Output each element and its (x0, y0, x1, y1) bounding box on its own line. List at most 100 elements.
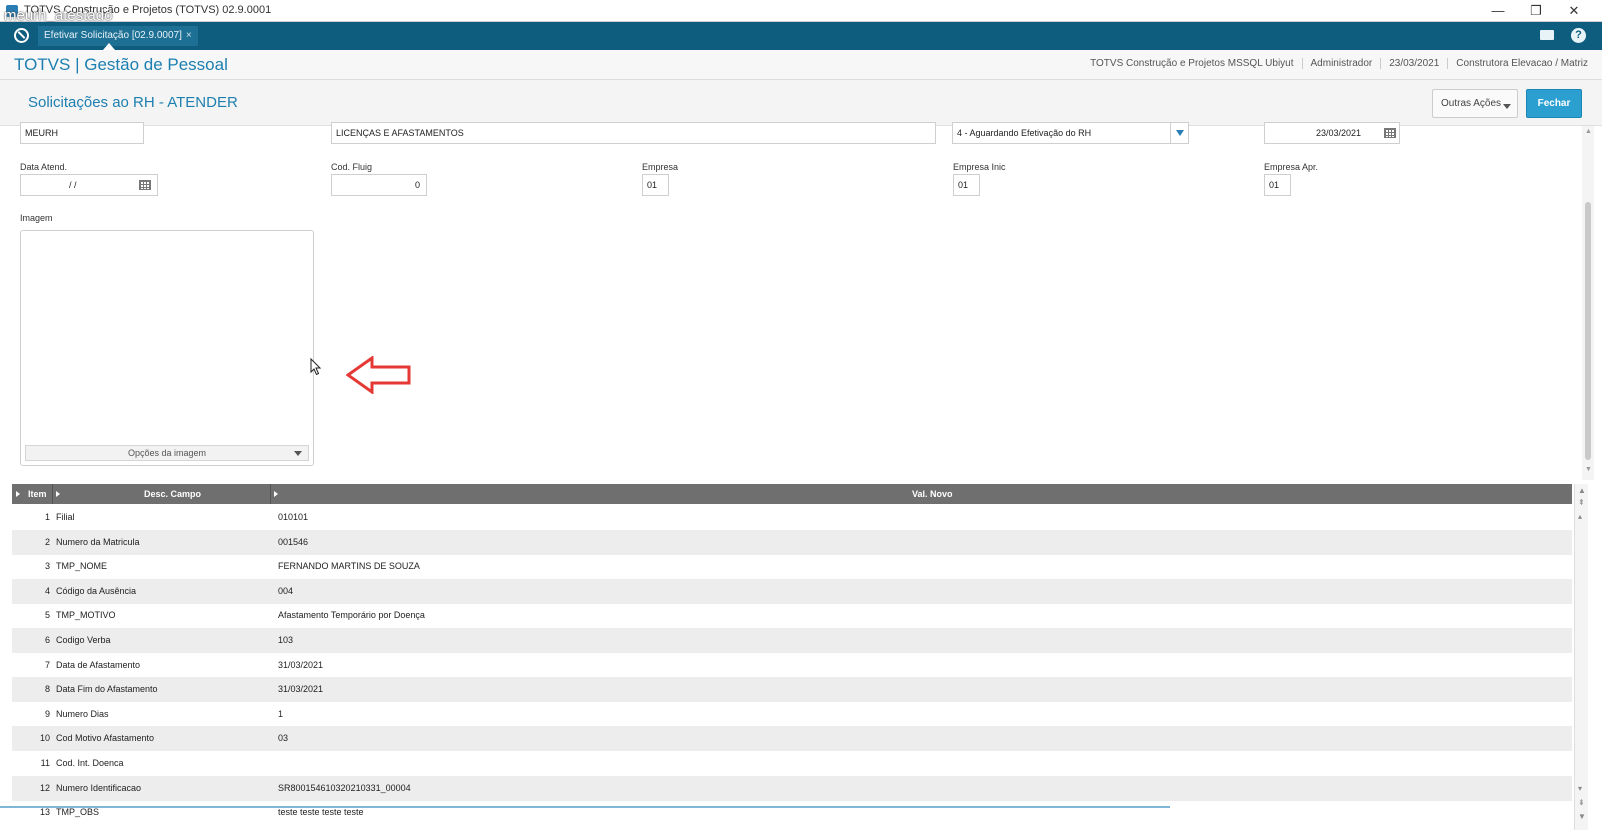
request-form: MEURH LICENÇAS E AFASTAMENTOS 4 - Aguard… (0, 122, 1582, 480)
scroll-down-icon[interactable]: ▾ (1578, 784, 1582, 793)
status-select[interactable]: 4 - Aguardando Efetivação do RH (952, 122, 1189, 144)
calendar-icon[interactable] (139, 180, 151, 190)
row-new-value: 1 (278, 708, 284, 719)
row-item-number: 10 (39, 733, 50, 744)
table-row[interactable]: 8 Data Fim do Afastamento 31/03/2021 (12, 677, 1572, 703)
row-new-value: teste teste teste teste (278, 807, 364, 818)
mouse-cursor-icon (310, 358, 322, 376)
brand-title: TOTVS | Gestão de Pessoal (14, 55, 228, 74)
request-date-field[interactable]: 23/03/2021 (1264, 122, 1400, 144)
row-new-value: 103 (278, 635, 294, 645)
tab-close-icon[interactable]: × (186, 30, 192, 41)
row-field-description: TMP_NOME (56, 561, 108, 572)
close-window-button[interactable]: ✕ (1559, 2, 1589, 20)
window-titlebar: TOTVS Construção e Projetos (TOTVS) 02.9… (0, 0, 1602, 24)
scroll-page-down-icon[interactable]: ⇟ (1578, 798, 1585, 807)
table-row[interactable]: 12 Numero Identificacao SR8001546103202103… (12, 775, 1572, 801)
row-item-number: 7 (44, 659, 50, 670)
cod-fluig-field[interactable]: 0 (331, 174, 427, 196)
row-item-number: 4 (44, 585, 50, 596)
calendar-icon[interactable] (1384, 128, 1396, 138)
grid-scrollbar[interactable]: ▲ ⇞ ▴ ▾ ⇟ ▼ (1574, 484, 1588, 830)
app-header: TOTVS | Gestão de Pessoal TOTVS Construç… (0, 50, 1602, 80)
data-atend-field[interactable]: / / (20, 174, 158, 196)
imagem-label: Imagem (20, 213, 53, 223)
tab-strip: Efetivar Solicitação [02.9.0007] × ? (0, 22, 1602, 50)
branch-name: Construtora Elevacao / Matriz (1447, 58, 1596, 69)
row-new-value: FERNANDO MARTINS DE SOUZA (278, 561, 420, 572)
col-item-header[interactable]: Item (28, 484, 47, 504)
table-row[interactable]: 4 Código da Ausência 004 (12, 578, 1572, 604)
tab-efetivar-solicitacao[interactable]: Efetivar Solicitação [02.9.0007] × (38, 26, 198, 46)
table-row[interactable]: 5 TMP_MOTIVO Afastamento Temporário por Do… (12, 603, 1572, 628)
table-row[interactable]: 2 Numero da Matricula 001546 (12, 529, 1572, 555)
row-field-description: Cod Motivo Afastamento (56, 733, 155, 744)
row-field-description: TMP_MOTIVO (56, 610, 116, 621)
table-row[interactable]: 11 Cod. Int. Doenca (12, 751, 1572, 776)
row-field-description: Numero da Matricula (56, 536, 140, 547)
table-row[interactable]: 9 Numero Dias 1 (12, 702, 1572, 727)
sort-icon (274, 491, 278, 497)
annotation-arrow-icon (346, 356, 411, 394)
restore-button[interactable]: ❐ (1521, 2, 1551, 20)
type-field[interactable]: LICENÇAS E AFASTAMENTOS (331, 122, 936, 144)
scroll-page-up-icon[interactable]: ⇞ (1578, 498, 1585, 507)
empresa-field[interactable]: 01 (642, 174, 669, 196)
session-date: 23/03/2021 (1380, 58, 1447, 69)
data-atend-label: Data Atend. (20, 162, 68, 172)
image-options-label: Opções da imagem (127, 448, 207, 458)
scroll-down-icon[interactable]: ▼ (1585, 466, 1592, 473)
user-name: Administrador (1301, 58, 1381, 69)
outras-acoes-button[interactable]: Outras Ações (1432, 89, 1518, 118)
table-row[interactable]: 3 TMP_NOME FERNANDO MARTINS DE SOUZA (12, 554, 1572, 579)
origin-field[interactable]: MEURH (20, 122, 144, 144)
col-val-header[interactable]: Val. Novo (912, 484, 953, 504)
scroll-up-icon[interactable]: ▲ (1585, 128, 1592, 135)
row-marker-icon (16, 491, 20, 497)
table-row[interactable]: 7 Data de Afastamento 31/03/2021 (12, 653, 1572, 678)
row-item-number: 3 (44, 561, 50, 572)
sort-icon (56, 491, 60, 497)
row-field-description: Numero Identificacao (56, 782, 142, 793)
row-new-value: 010101 (278, 512, 309, 522)
form-scrollbar[interactable]: ▲ ▼ (1582, 126, 1594, 480)
minimize-button[interactable]: — (1483, 2, 1513, 20)
mail-icon[interactable] (1540, 30, 1554, 40)
empresa-apr-field[interactable]: 01 (1264, 174, 1291, 196)
row-field-description: Cod. Int. Doenca (56, 758, 124, 768)
empresa-inic-field[interactable]: 01 (953, 174, 980, 196)
row-new-value: 31/03/2021 (278, 684, 324, 695)
row-new-value: Afastamento Temporário por Doença (278, 610, 425, 621)
empresa-apr-label: Empresa Apr. (1264, 162, 1319, 172)
table-row[interactable]: 6 Codigo Verba 103 (12, 628, 1572, 653)
scroll-top-icon[interactable]: ▲ (1578, 486, 1586, 495)
table-row[interactable]: 10 Cod Motivo Afastamento 03 (12, 726, 1572, 752)
image-options-button[interactable]: Opções da imagem (25, 445, 309, 461)
scroll-thumb[interactable] (1585, 202, 1591, 460)
grid-header: Item Desc. Campo Val. Novo (12, 484, 1572, 504)
fechar-button[interactable]: Fechar (1526, 89, 1582, 118)
table-row[interactable]: 13 TMP_OBS teste teste teste teste (12, 800, 1572, 825)
row-item-number: 6 (44, 635, 50, 645)
image-preview[interactable]: Opções da imagem (20, 230, 314, 466)
session-info: TOTVS Construção e Projetos MSSQL Ubiyut… (1082, 58, 1596, 69)
row-field-description: Codigo Verba (56, 635, 111, 645)
chevron-down-icon (294, 451, 302, 456)
help-icon[interactable]: ? (1571, 28, 1586, 43)
page-header: Solicitações ao RH - ATENDER Outras Açõe… (0, 80, 1602, 126)
table-row[interactable]: 1 Filial 010101 (12, 505, 1572, 530)
row-field-description: TMP_OBS (56, 807, 100, 818)
home-icon[interactable] (14, 28, 29, 43)
row-new-value: 004 (278, 585, 294, 596)
active-tab-pointer (103, 43, 115, 50)
changes-grid: Item Desc. Campo Val. Novo 1 Filial 010101… (12, 484, 1572, 830)
scroll-bottom-icon[interactable]: ▼ (1578, 812, 1586, 821)
empresa-label: Empresa (642, 162, 679, 172)
chevron-down-icon[interactable] (1170, 123, 1188, 143)
col-desc-header[interactable]: Desc. Campo (144, 484, 201, 504)
row-new-value: 03 (278, 733, 289, 744)
row-field-description: Numero Dias (56, 708, 109, 719)
row-new-value: 001546 (278, 536, 309, 547)
progress-line (0, 806, 1170, 808)
scroll-up-icon[interactable]: ▴ (1578, 512, 1582, 521)
